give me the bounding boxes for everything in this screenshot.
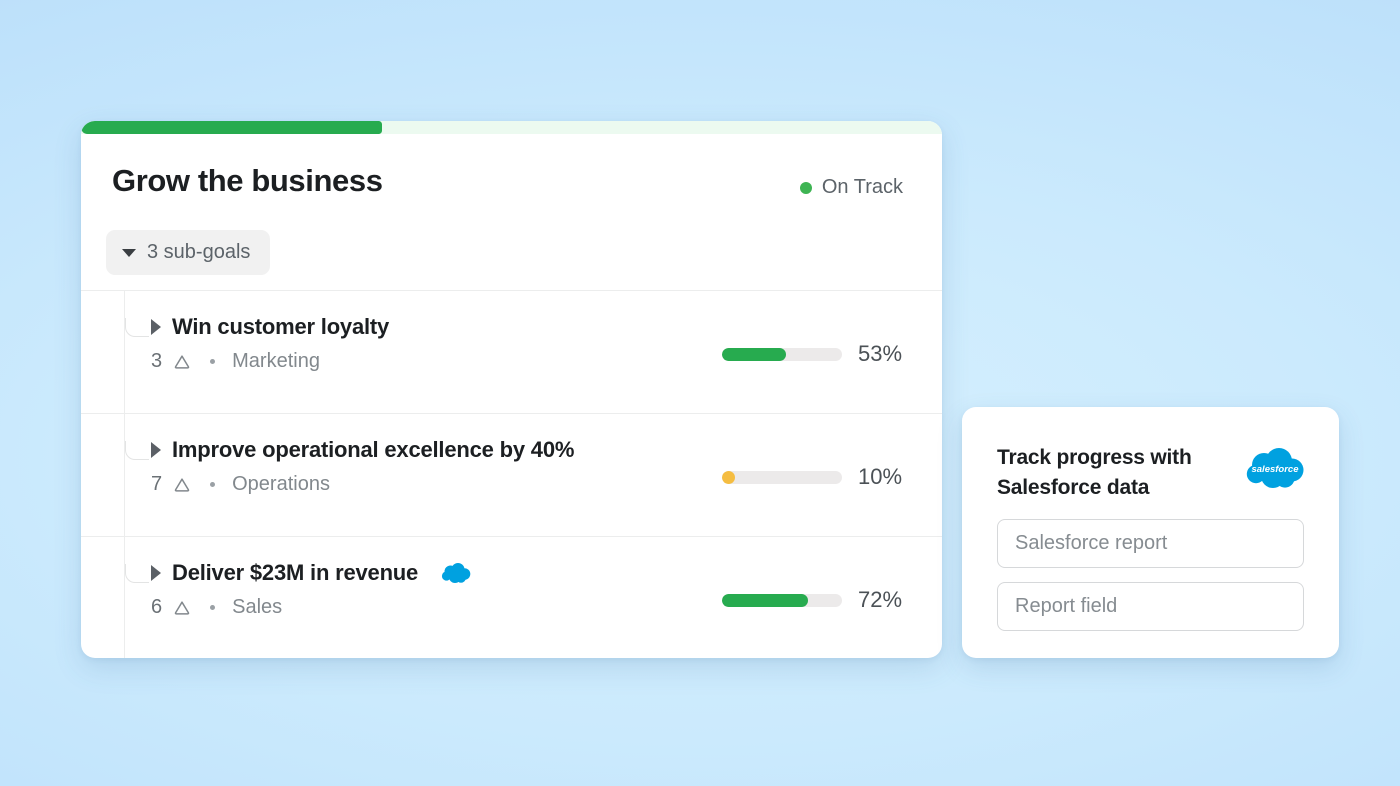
subgoal-title: Deliver $23M in revenue bbox=[172, 560, 419, 585]
meta-separator-dot bbox=[210, 482, 216, 487]
report-field-input[interactable]: Report field bbox=[997, 582, 1304, 631]
subgoal-info: Deliver $23M in revenue 6 Sales bbox=[151, 560, 471, 619]
salesforce-report-placeholder: Salesforce report bbox=[1015, 532, 1168, 554]
subgoal-count: 6 bbox=[151, 596, 163, 618]
salesforce-wordmark: salesforce bbox=[1251, 464, 1299, 475]
progress-bar-track bbox=[722, 470, 842, 484]
table-row[interactable]: Win customer loyalty 3 Marketing 53% bbox=[81, 290, 942, 413]
subgoal-progress: 10% bbox=[722, 464, 910, 490]
progress-percent-label: 72% bbox=[858, 587, 903, 612]
goal-card: Grow the business On Track 3 sub-goals W… bbox=[81, 121, 942, 658]
subgoal-progress: 53% bbox=[722, 341, 910, 367]
subgoal-title: Improve operational excellence by 40% bbox=[172, 437, 575, 462]
subgoal-list: Win customer loyalty 3 Marketing 53% Imp… bbox=[81, 290, 942, 658]
subgoal-info: Improve operational excellence by 40% 7 … bbox=[151, 437, 574, 496]
goal-overall-progress-bar bbox=[81, 121, 942, 134]
status-badge: On Track bbox=[799, 176, 903, 199]
progress-percent-label: 10% bbox=[858, 464, 903, 489]
goal-triangle-icon bbox=[174, 477, 190, 492]
subgoals-chip-label: 3 sub-goals bbox=[147, 241, 251, 263]
subgoal-count: 7 bbox=[151, 473, 163, 495]
salesforce-report-input[interactable]: Salesforce report bbox=[997, 519, 1304, 568]
subgoal-meta: 3 Marketing bbox=[151, 350, 389, 373]
progress-bar-fill bbox=[722, 470, 736, 484]
progress-bar-fill bbox=[722, 347, 786, 361]
subgoal-team: Marketing bbox=[232, 350, 320, 372]
caret-right-icon[interactable] bbox=[151, 442, 161, 458]
salesforce-logo: salesforce bbox=[1245, 448, 1305, 495]
progress-percent-label: 53% bbox=[858, 341, 903, 366]
progress-bar-track bbox=[722, 593, 842, 607]
subgoal-title-line: Win customer loyalty bbox=[151, 314, 389, 340]
subgoal-meta: 6 Sales bbox=[151, 596, 471, 619]
meta-separator-dot bbox=[210, 359, 216, 364]
tree-elbow-connector bbox=[125, 441, 149, 460]
subgoal-title: Win customer loyalty bbox=[172, 314, 390, 339]
salesforce-panel-heading: Track progress with Salesforce data bbox=[997, 446, 1192, 500]
goal-card-header: Grow the business On Track 3 sub-goals bbox=[81, 134, 942, 290]
goal-triangle-icon bbox=[174, 600, 190, 615]
goal-overall-progress-fill bbox=[81, 121, 383, 134]
salesforce-panel: Track progress with Salesforce data sale… bbox=[962, 407, 1339, 658]
meta-separator-dot bbox=[210, 605, 216, 610]
subgoal-team: Operations bbox=[232, 473, 330, 495]
table-row[interactable]: Improve operational excellence by 40% 7 … bbox=[81, 413, 942, 536]
caret-right-icon[interactable] bbox=[151, 319, 161, 335]
subgoals-toggle-chip[interactable]: 3 sub-goals bbox=[106, 230, 271, 275]
progress-bar-track bbox=[722, 347, 842, 361]
chevron-down-icon bbox=[122, 248, 136, 257]
page-title: Grow the business bbox=[112, 163, 383, 198]
subgoal-info: Win customer loyalty 3 Marketing bbox=[151, 314, 389, 373]
table-row[interactable]: Deliver $23M in revenue 6 Sales 72% bbox=[81, 536, 942, 658]
subgoal-team: Sales bbox=[232, 596, 283, 618]
status-dot-icon bbox=[799, 181, 812, 194]
report-field-placeholder: Report field bbox=[1015, 595, 1118, 617]
subgoal-progress: 72% bbox=[722, 587, 910, 613]
subgoal-title-line: Improve operational excellence by 40% bbox=[151, 437, 574, 463]
progress-bar-fill bbox=[722, 593, 809, 607]
subgoal-count: 3 bbox=[151, 350, 163, 372]
caret-right-icon[interactable] bbox=[151, 565, 161, 581]
tree-elbow-connector bbox=[125, 318, 149, 337]
salesforce-cloud-icon bbox=[441, 562, 471, 584]
subgoal-title-line: Deliver $23M in revenue bbox=[151, 560, 471, 586]
status-badge-label: On Track bbox=[821, 176, 903, 198]
subgoal-meta: 7 Operations bbox=[151, 473, 574, 496]
tree-elbow-connector bbox=[125, 564, 149, 583]
goal-triangle-icon bbox=[174, 354, 190, 369]
